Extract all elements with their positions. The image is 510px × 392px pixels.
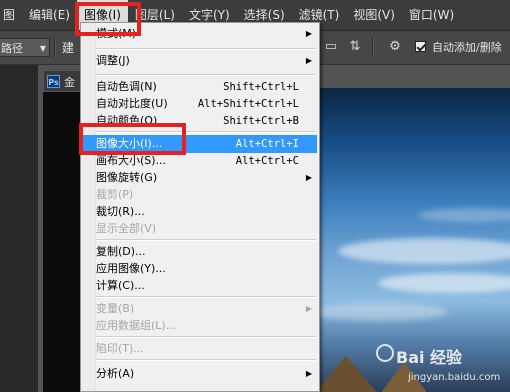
menu-separator: [96, 336, 316, 338]
menu-item-reveal-all[interactable]: 显示全部(V): [83, 220, 317, 238]
annotation-box-image-menu: [75, 2, 141, 36]
menu-item-apply-image[interactable]: 应用图像(Y)...: [83, 260, 317, 278]
menu-item-view[interactable]: 视图(V): [346, 0, 402, 30]
menu-separator: [96, 239, 316, 241]
auto-add-delete-label: 自动添加/删除: [432, 41, 502, 54]
watermark-brand: Bai 经验: [396, 348, 463, 367]
menu-item-duplicate[interactable]: 复制(D)...: [83, 243, 317, 261]
menu-item-auto-contrast[interactable]: 自动对比度(U) Alt+Shift+Ctrl+L: [83, 95, 317, 113]
toolbar-divider: [54, 37, 56, 58]
menu-item-label: 应用数据组(L)...: [96, 319, 177, 332]
menu-item-label: 裁切(R)...: [96, 205, 145, 218]
menu-item-label: 图像旋转(G): [96, 171, 158, 184]
menu-item-apply-data-set[interactable]: 应用数据组(L)...: [83, 317, 317, 335]
menu-separator: [96, 74, 316, 76]
menu-item-window[interactable]: 窗口(W): [402, 0, 461, 30]
path-mode-select[interactable]: 路径 ▼: [0, 38, 50, 57]
photoshop-file-icon: Ps: [47, 75, 60, 88]
menu-item-shortcut: Alt+Ctrl+C: [235, 155, 299, 167]
menu-item-partial[interactable]: 图: [0, 0, 22, 30]
menu-separator: [96, 359, 316, 361]
menu-item-trap[interactable]: 陷印(T)...: [83, 340, 317, 358]
path-operations-icon[interactable]: ▭: [322, 38, 340, 56]
menu-item-label: 显示全部(V): [96, 222, 157, 235]
menu-item-label: 自动色调(N): [96, 80, 157, 93]
menu-item-analysis[interactable]: 分析(A) ▶: [83, 365, 317, 383]
image-menu-dropdown: 模式(M) ▶ 调整(J) ▶ 自动色调(N) Shift+Ctrl+L 自动对…: [80, 22, 320, 392]
submenu-arrow-icon: ▶: [305, 369, 312, 378]
menu-item-shortcut: Alt+Shift+Ctrl+L: [197, 98, 299, 110]
make-selection-label[interactable]: 建: [62, 39, 74, 56]
submenu-arrow-icon: ▶: [305, 304, 312, 313]
path-mode-value: 路径: [1, 42, 23, 55]
menu-item-variables[interactable]: 变量(B) ▶: [83, 300, 317, 318]
watermark-url: jingyan.baidu.com: [408, 372, 501, 383]
menu-item-trim[interactable]: 裁切(R)...: [83, 203, 317, 221]
menu-item-edit[interactable]: 编辑(E): [22, 0, 77, 30]
document-title: 金: [64, 76, 75, 89]
menu-separator: [96, 48, 316, 50]
menu-item-shortcut: Alt+Ctrl+I: [235, 138, 299, 150]
menu-item-adjustments[interactable]: 调整(J) ▶: [83, 52, 317, 70]
menu-item-label: 自动对比度(U): [96, 97, 168, 110]
menu-separator: [96, 296, 316, 298]
menu-item-calculations[interactable]: 计算(C)...: [83, 277, 317, 295]
menu-item-shortcut: Shift+Ctrl+L: [223, 81, 299, 93]
menu-item-label: 变量(B): [96, 302, 135, 315]
menu-item-label: 陷印(T)...: [96, 342, 144, 355]
menu-item-label: 调整(J): [96, 54, 130, 67]
annotation-box-image-size: [79, 123, 186, 155]
auto-add-delete-checkbox[interactable]: [415, 41, 426, 52]
menu-item-label: 分析(A): [96, 367, 135, 380]
document-tab[interactable]: Ps 金: [43, 70, 83, 92]
path-arrange-icon[interactable]: ⇅: [346, 38, 364, 56]
menu-item-shortcut: Shift+Ctrl+B: [223, 115, 299, 127]
submenu-arrow-icon: ▶: [305, 56, 312, 65]
submenu-arrow-icon: ▶: [305, 29, 312, 38]
menu-item-image-rotation[interactable]: 图像旋转(G) ▶: [83, 169, 317, 187]
menu-item-label: 复制(D)...: [96, 245, 146, 258]
baidu-paw-logo: [376, 344, 394, 362]
menu-item-label: 裁剪(P): [96, 188, 134, 201]
submenu-arrow-icon: ▶: [305, 173, 312, 182]
tools-panel: [0, 65, 38, 392]
gear-icon[interactable]: ⚙: [386, 38, 404, 56]
menu-item-label: 应用图像(Y)...: [96, 262, 166, 275]
menu-item-auto-tone[interactable]: 自动色调(N) Shift+Ctrl+L: [83, 78, 317, 96]
menu-item-label: 计算(C)...: [96, 279, 145, 292]
chevron-down-icon: ▼: [39, 44, 46, 53]
toolbar-divider: [372, 37, 374, 58]
menu-item-crop[interactable]: 裁剪(P): [83, 186, 317, 204]
